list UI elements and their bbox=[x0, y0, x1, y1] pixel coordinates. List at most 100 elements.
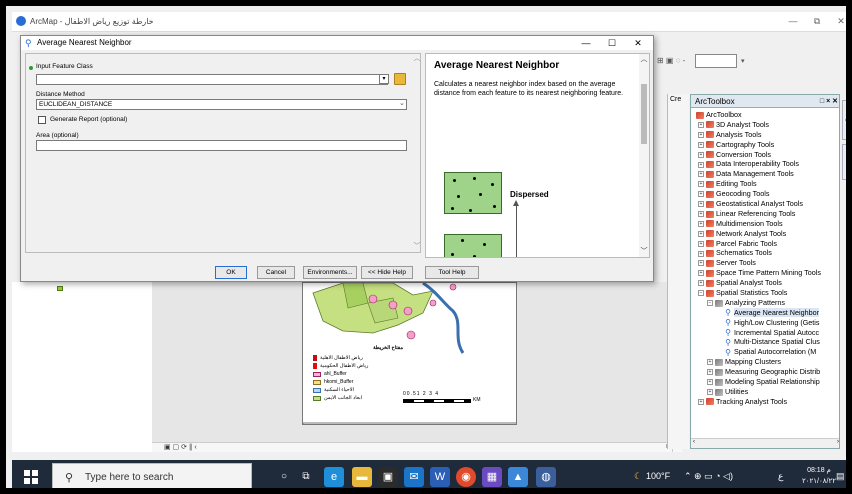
tree-item[interactable]: + Space Time Pattern Mining Tools bbox=[691, 268, 839, 278]
tree-expander-icon[interactable]: + bbox=[698, 191, 704, 198]
tree-item[interactable]: +3D Analyst Tools bbox=[691, 120, 839, 130]
tree-expander-icon[interactable]: + bbox=[698, 131, 704, 138]
dialog-maximize-button[interactable]: ☐ bbox=[603, 36, 621, 50]
tree-item[interactable]: + Modeling Spatial Relationship bbox=[691, 377, 839, 387]
tree-expander-icon[interactable]: + bbox=[707, 359, 713, 366]
distance-method-chevron-icon[interactable]: ⌄ bbox=[399, 99, 405, 107]
weather-icon[interactable]: ☾ bbox=[634, 471, 642, 482]
tree-item[interactable]: ⚲ Incremental Spatial Autocc bbox=[691, 328, 839, 338]
clock[interactable]: 08:18 م ٢٠٢١/٠٨/٢٢ bbox=[802, 465, 836, 487]
photos-icon[interactable]: ▲ bbox=[508, 467, 528, 487]
tree-item[interactable]: + Network Analyst Tools bbox=[691, 229, 839, 239]
restore-button[interactable]: ⧉ bbox=[806, 14, 828, 28]
tree-item[interactable]: − Analyzing Patterns bbox=[691, 298, 839, 308]
tree-expander-icon[interactable]: + bbox=[707, 369, 713, 376]
tree-expander-icon[interactable]: + bbox=[698, 161, 704, 168]
layout-view-buttons[interactable]: ▣ ▢ ⟳ ∥ ‹ bbox=[164, 443, 197, 451]
windows-start-icon[interactable] bbox=[24, 470, 38, 484]
input-feature-field[interactable] bbox=[36, 74, 388, 85]
tree-item[interactable]: + Schematics Tools bbox=[691, 248, 839, 258]
tree-item[interactable]: + Geostatistical Analyst Tools bbox=[691, 199, 839, 209]
help-scroll-down-icon[interactable]: ﹀ bbox=[639, 246, 649, 256]
tree-expander-icon[interactable]: + bbox=[698, 220, 704, 227]
tree-item[interactable]: ⚲ Average Nearest Neighbor bbox=[691, 307, 839, 318]
tree-expander-icon[interactable]: + bbox=[698, 230, 704, 237]
area-field[interactable] bbox=[36, 140, 407, 151]
tree-item[interactable]: + Linear Referencing Tools bbox=[691, 209, 839, 219]
scroll-left-arrow-icon[interactable]: ‹ bbox=[693, 439, 695, 445]
tree-item[interactable]: − Spatial Statistics Tools bbox=[691, 288, 839, 298]
tree-expander-icon[interactable]: + bbox=[698, 270, 704, 277]
tree-item[interactable]: ⚲ High/Low Clustering (Getis bbox=[691, 318, 839, 328]
tree-item[interactable]: + Editing Tools bbox=[691, 179, 839, 189]
tree-expander-icon[interactable]: − bbox=[698, 290, 704, 297]
scroll-right-arrow-icon[interactable]: › bbox=[837, 439, 839, 445]
tree-expander-icon[interactable]: + bbox=[698, 211, 704, 217]
tree-expander-icon[interactable]: + bbox=[707, 379, 713, 386]
catalog-tab[interactable]: Catalog bbox=[842, 100, 846, 140]
hide-help-button[interactable]: << Hide Help bbox=[361, 266, 413, 279]
tree-expander-icon[interactable]: + bbox=[698, 250, 704, 257]
mail-icon[interactable]: ✉ bbox=[404, 467, 424, 487]
tree-item[interactable]: + Multidimension Tools bbox=[691, 219, 839, 229]
tree-item[interactable]: + Data Management Tools bbox=[691, 169, 839, 179]
tree-expander-icon[interactable]: + bbox=[698, 141, 704, 148]
input-feature-dropdown-icon[interactable]: ▾ bbox=[379, 74, 389, 84]
scroll-up-arrow-icon[interactable]: ︿ bbox=[413, 53, 421, 63]
minimize-button[interactable]: — bbox=[782, 14, 804, 28]
tree-root[interactable]: ArcToolbox bbox=[691, 110, 839, 120]
parameters-scrollbar[interactable]: ︿ ﹀ bbox=[413, 53, 421, 253]
map-view[interactable]: مفتاح الخريطة رياض الاطفال الاهلية رياض … bbox=[152, 282, 672, 442]
chrome-icon[interactable]: ◉ bbox=[456, 467, 476, 487]
combo-arrow-icon[interactable]: ▾ bbox=[741, 57, 745, 65]
tree-expander-icon[interactable]: + bbox=[698, 280, 704, 287]
tree-item[interactable]: + Spatial Analyst Tools bbox=[691, 278, 839, 288]
tree-item[interactable]: + Analysis Tools bbox=[691, 130, 839, 140]
browse-folder-icon[interactable] bbox=[394, 73, 406, 85]
tree-item[interactable]: + Data Interoperability Tools bbox=[691, 159, 839, 169]
arctoolbox-horizontal-scrollbar[interactable]: ‹ › bbox=[691, 438, 839, 448]
map-horizontal-scrollbar[interactable]: ▣ ▢ ⟳ ∥ ‹ › bbox=[152, 442, 672, 452]
distance-method-select[interactable]: EUCLIDEAN_DISTANCE bbox=[36, 99, 407, 110]
cortana-icon[interactable]: ○ bbox=[274, 467, 294, 487]
language-indicator[interactable]: ع bbox=[778, 471, 783, 482]
tree-expander-icon[interactable]: − bbox=[707, 300, 713, 307]
close-button[interactable]: ✕ bbox=[830, 14, 846, 28]
tree-item[interactable]: + Tracking Analyst Tools bbox=[691, 397, 839, 407]
tree-expander-icon[interactable]: + bbox=[698, 151, 704, 158]
dialog-close-button[interactable]: ✕ bbox=[629, 36, 647, 50]
tree-expander-icon[interactable]: + bbox=[707, 389, 713, 396]
tray-icons[interactable]: ⌃ ⊕ ▭ ◔ ◁) bbox=[684, 471, 733, 482]
arcmap-taskbar-icon[interactable]: ◍ bbox=[536, 467, 556, 487]
tree-expander-icon[interactable]: + bbox=[698, 121, 704, 128]
arctoolbox-window-controls[interactable]: □ × ✕ bbox=[820, 95, 838, 108]
tree-expander-icon[interactable]: + bbox=[698, 240, 704, 247]
search-tab[interactable]: Search bbox=[842, 144, 846, 180]
tree-item[interactable]: + Parcel Fabric Tools bbox=[691, 239, 839, 249]
tree-item[interactable]: + Geocoding Tools bbox=[691, 189, 839, 199]
tool-help-button[interactable]: Tool Help bbox=[425, 266, 479, 279]
tree-item[interactable]: ⚲ Multi-Distance Spatial Clus bbox=[691, 337, 839, 347]
file-explorer-icon[interactable]: ▬ bbox=[352, 467, 372, 487]
app-icon[interactable]: ▦ bbox=[482, 467, 502, 487]
tree-item[interactable]: + Mapping Clusters bbox=[691, 357, 839, 367]
toolbar-tools[interactable]: ⊞ ▣ ◌ - bbox=[657, 56, 685, 65]
tree-expander-icon[interactable]: + bbox=[698, 181, 704, 188]
tree-item[interactable]: + Measuring Geographic Distrib bbox=[691, 367, 839, 377]
help-scroll-up-icon[interactable]: ︿ bbox=[639, 54, 649, 64]
tree-expander-icon[interactable]: + bbox=[698, 398, 704, 405]
scale-combo[interactable] bbox=[695, 54, 737, 68]
help-scroll-thumb[interactable] bbox=[641, 84, 647, 144]
temperature[interactable]: 100°F bbox=[646, 471, 670, 481]
ok-button[interactable]: OK bbox=[215, 266, 247, 279]
dialog-minimize-button[interactable]: — bbox=[577, 36, 595, 50]
tree-expander-icon[interactable]: + bbox=[698, 260, 704, 267]
tree-item[interactable]: ⚲ Spatial Autocorrelation (M bbox=[691, 347, 839, 357]
tree-item[interactable]: + Conversion Tools bbox=[691, 150, 839, 160]
task-view-icon[interactable]: ⧉ bbox=[296, 467, 316, 487]
store-icon[interactable]: ▣ bbox=[378, 467, 398, 487]
tree-expander-icon[interactable]: + bbox=[698, 171, 704, 178]
word-icon[interactable]: W bbox=[430, 467, 450, 487]
taskbar-search-box[interactable]: ⚲ Type here to search bbox=[52, 463, 252, 488]
edge-icon[interactable]: e bbox=[324, 467, 344, 487]
